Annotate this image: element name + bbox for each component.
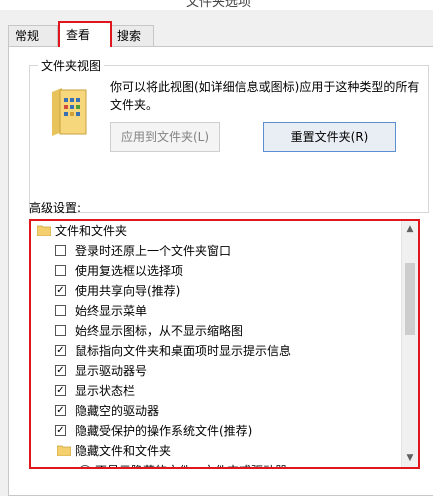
checkbox-checked[interactable]: ✓ bbox=[55, 405, 66, 416]
tree-checkbox-item[interactable]: 登录时还原上一个文件夹窗口 bbox=[31, 241, 401, 261]
tree-folder-item[interactable]: 文件和文件夹 bbox=[31, 221, 401, 241]
folder-view-icon bbox=[52, 88, 87, 136]
title-bar: 文件夹选项 bbox=[0, 0, 433, 10]
checkbox-checked[interactable]: ✓ bbox=[55, 425, 66, 436]
checkbox-checked[interactable]: ✓ bbox=[55, 345, 66, 356]
checkbox-checked[interactable]: ✓ bbox=[55, 285, 66, 296]
checkbox-unchecked[interactable] bbox=[55, 245, 66, 256]
tree-item-label: 使用共享向导(推荐) bbox=[75, 284, 181, 298]
folder-icon bbox=[57, 445, 71, 456]
tree-item-label: 文件和文件夹 bbox=[55, 224, 128, 238]
advanced-settings-label: 高级设置: bbox=[29, 201, 82, 215]
tree-checkbox-item[interactable]: 始终显示图标，从不显示缩略图 bbox=[31, 321, 401, 341]
folder-views-description: 你可以将此视图(如详细信息或图标)应用于这种类型的所有文件夹。 bbox=[110, 80, 420, 112]
folder-views-label: 文件夹视图 bbox=[38, 57, 105, 74]
tree-checkbox-item[interactable]: ✓ 鼠标指向文件夹和桌面项时显示提示信息 bbox=[31, 341, 401, 361]
tree-checkbox-item[interactable]: ✓ 使用共享向导(推荐) bbox=[31, 281, 401, 301]
checkbox-checked[interactable]: ✓ bbox=[55, 365, 66, 376]
advanced-settings-list: 文件和文件夹登录时还原上一个文件夹窗口 使用复选框以选择项 ✓ 使用共享向导(推荐) 始… bbox=[31, 221, 401, 467]
tab-panel-view: 文件夹视图 你可以将此视图(如详细信息或图标)应用于这种类型的所有文件夹。 应用… bbox=[8, 46, 433, 496]
advanced-settings-scrollbar[interactable]: ▲ ▼ bbox=[401, 221, 418, 467]
checkbox-checked[interactable]: ✓ bbox=[55, 385, 66, 396]
tree-item-label: 不显示隐藏的文件、文件夹或驱动器 bbox=[95, 461, 287, 467]
reset-folders-button[interactable]: 重置文件夹(R) bbox=[263, 122, 396, 152]
tree-item-label: 隐藏受保护的操作系统文件(推荐) bbox=[75, 424, 253, 438]
tree-checkbox-item[interactable]: ✓ 隐藏受保护的操作系统文件(推荐) bbox=[31, 421, 401, 441]
tree-item-label: 始终显示菜单 bbox=[75, 304, 148, 318]
tree-item-label: 使用复选框以选择项 bbox=[75, 264, 184, 278]
tree-checkbox-item[interactable]: 始终显示菜单 bbox=[31, 301, 401, 321]
checkbox-unchecked[interactable] bbox=[55, 265, 66, 276]
tree-item-label: 鼠标指向文件夹和桌面项时显示提示信息 bbox=[75, 344, 292, 358]
tree-item-label: 显示驱动器号 bbox=[75, 364, 148, 378]
tab-view[interactable]: 查看 bbox=[58, 21, 112, 47]
tree-radio-item[interactable]: 不显示隐藏的文件、文件夹或驱动器 bbox=[31, 461, 401, 467]
checkbox-unchecked[interactable] bbox=[55, 305, 66, 316]
tree-folder-item[interactable]: 隐藏文件和文件夹 bbox=[31, 441, 401, 461]
tree-item-label: 隐藏空的驱动器 bbox=[75, 404, 160, 418]
checkbox-unchecked[interactable] bbox=[55, 325, 66, 336]
scrollbar-thumb[interactable] bbox=[405, 263, 415, 335]
folder-views-group: 文件夹视图 你可以将此视图(如详细信息或图标)应用于这种类型的所有文件夹。 应用… bbox=[29, 57, 429, 213]
tree-checkbox-item[interactable]: 使用复选框以选择项 bbox=[31, 261, 401, 281]
scroll-up-icon[interactable]: ▲ bbox=[402, 221, 418, 238]
window-title: 文件夹选项 bbox=[186, 0, 252, 10]
tree-checkbox-item[interactable]: ✓ 显示驱动器号 bbox=[31, 361, 401, 381]
tab-strip: 常规 查看 搜索 bbox=[0, 20, 433, 47]
scroll-down-icon[interactable]: ▼ bbox=[402, 450, 418, 467]
folder-icon bbox=[37, 225, 51, 236]
tree-item-label: 显示状态栏 bbox=[75, 384, 136, 398]
apply-to-folders-button[interactable]: 应用到文件夹(L) bbox=[110, 122, 220, 152]
tree-checkbox-item[interactable]: ✓ 隐藏空的驱动器 bbox=[31, 401, 401, 421]
advanced-settings-tree[interactable]: 文件和文件夹登录时还原上一个文件夹窗口 使用复选框以选择项 ✓ 使用共享向导(推荐) 始… bbox=[29, 219, 420, 469]
tree-item-label: 始终显示图标，从不显示缩略图 bbox=[75, 324, 244, 338]
tree-checkbox-item[interactable]: ✓ 显示状态栏 bbox=[31, 381, 401, 401]
tree-item-label: 登录时还原上一个文件夹窗口 bbox=[75, 244, 232, 258]
tree-item-label: 隐藏文件和文件夹 bbox=[75, 444, 172, 458]
radio-button[interactable] bbox=[79, 465, 91, 467]
tab-general[interactable]: 常规 bbox=[8, 25, 58, 46]
tab-search[interactable]: 搜索 bbox=[110, 25, 154, 46]
